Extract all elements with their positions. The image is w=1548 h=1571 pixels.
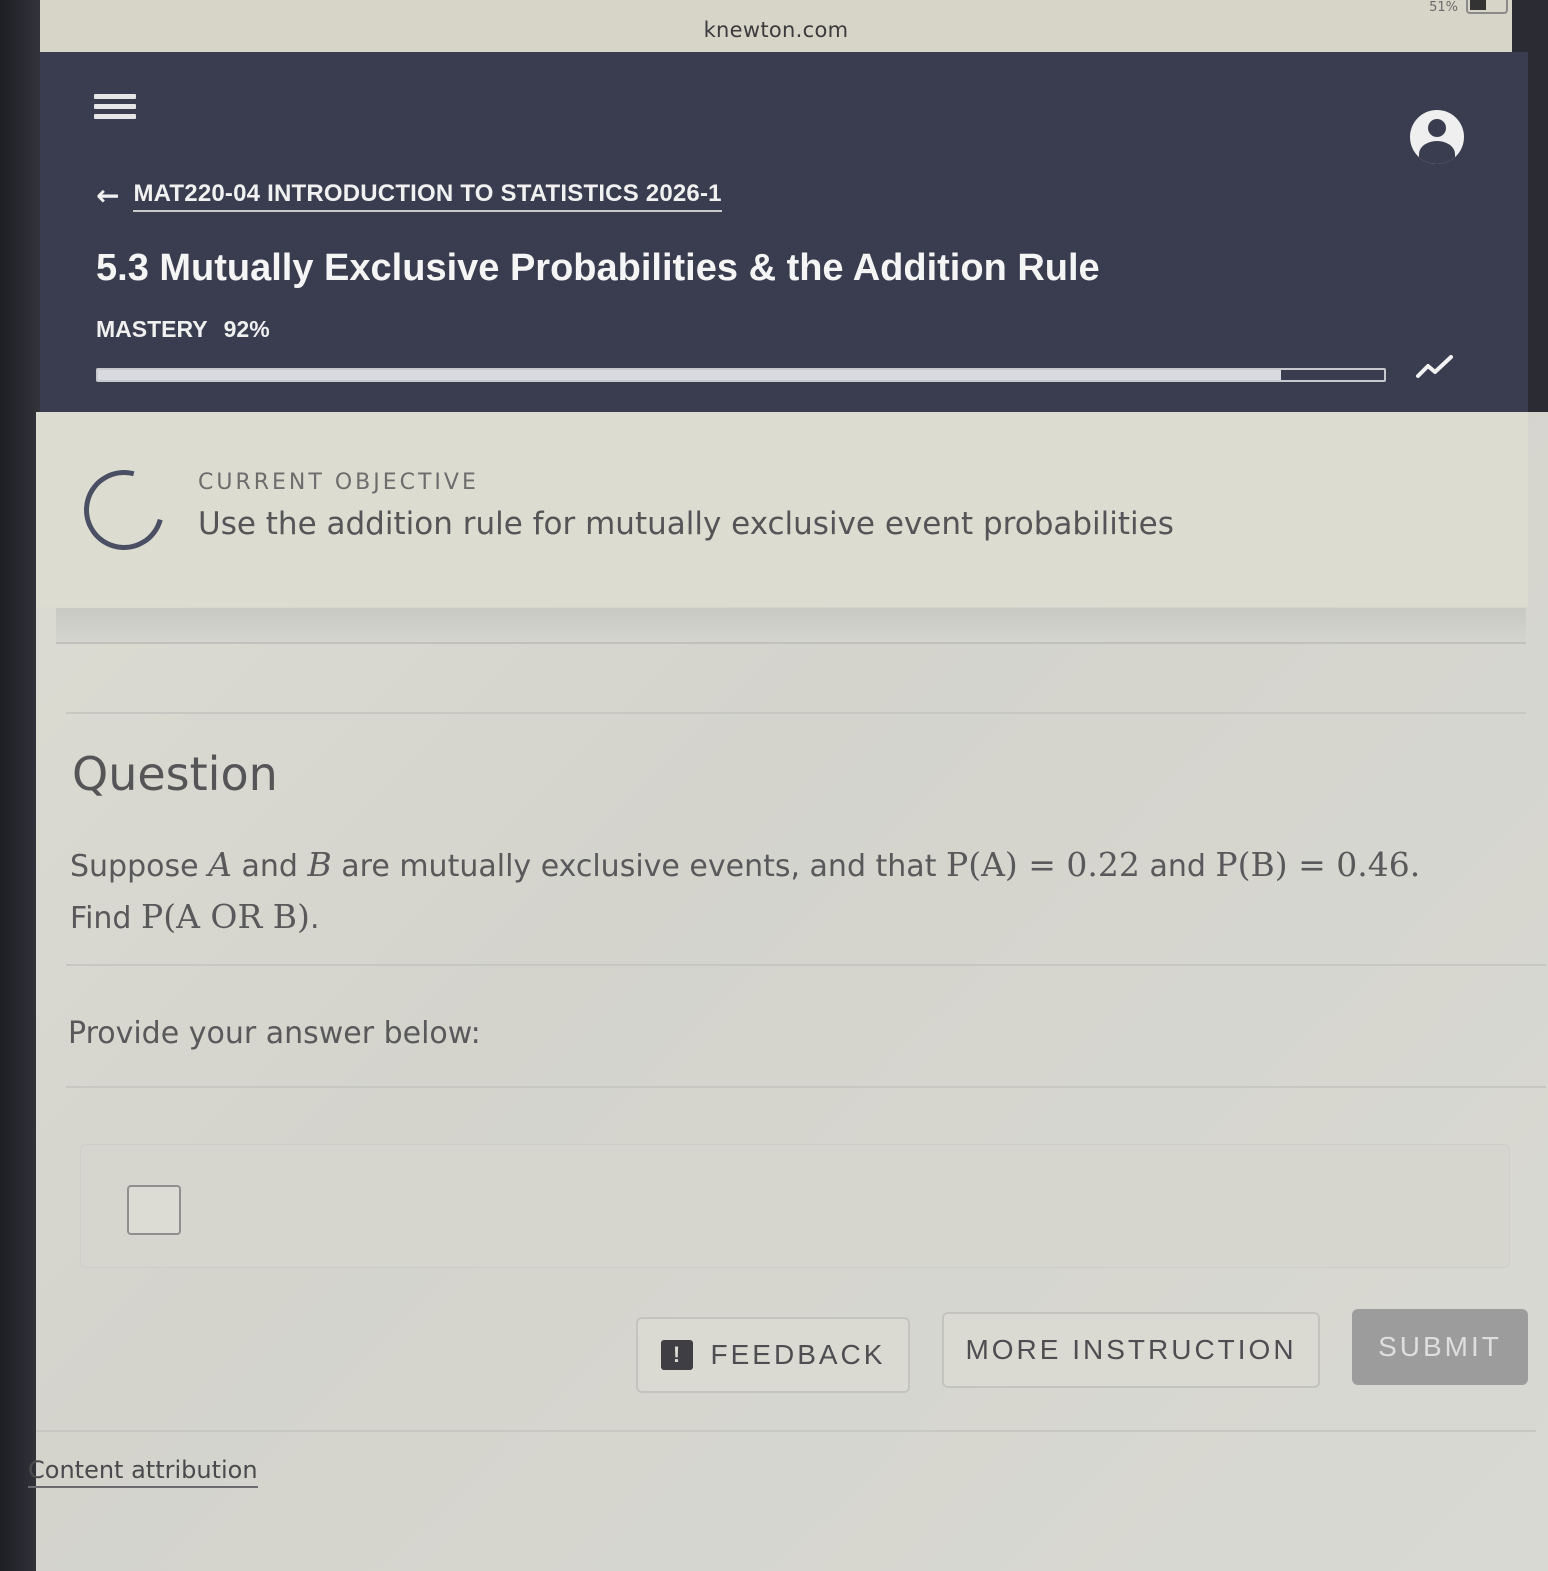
- battery-icon: [1466, 0, 1508, 14]
- question-text-segment: .: [309, 901, 320, 936]
- mastery-value: 92%: [223, 316, 270, 342]
- trend-chart-icon[interactable]: [1415, 352, 1455, 382]
- question-text: Suppose A and B are mutually exclusive e…: [70, 840, 1510, 944]
- back-arrow-icon: ←: [96, 179, 120, 212]
- device-status-area: 51%: [1429, 0, 1508, 15]
- feedback-button[interactable]: ! FEEDBACK: [636, 1317, 910, 1393]
- divider-line: [66, 712, 1526, 714]
- math-var-a: A: [208, 845, 232, 884]
- divider-line: [36, 1430, 1536, 1432]
- question-text-segment: Suppose: [70, 849, 209, 884]
- more-instruction-button[interactable]: MORE INSTRUCTION: [942, 1312, 1320, 1388]
- divider-line: [66, 964, 1546, 966]
- question-text-segment: and: [231, 849, 308, 884]
- main-content: CURRENT OBJECTIVE Use the addition rule …: [28, 412, 1548, 1571]
- course-title: MAT220-04 INTRODUCTION TO STATISTICS 202…: [133, 180, 722, 212]
- submit-button[interactable]: SUBMIT: [1352, 1309, 1528, 1385]
- user-account-icon[interactable]: [1410, 110, 1464, 164]
- objective-label: CURRENT OBJECTIVE: [198, 470, 479, 495]
- mastery-progress-bar: [96, 368, 1386, 382]
- feedback-button-label: FEEDBACK: [710, 1339, 886, 1370]
- content-attribution-link[interactable]: Content attribution: [28, 1456, 258, 1488]
- device-bezel: [0, 0, 40, 1571]
- more-instruction-label: MORE INSTRUCTION: [965, 1334, 1297, 1365]
- mastery-indicator: MASTERY 92%: [96, 316, 270, 343]
- question-text-segment: .: [1409, 845, 1421, 884]
- question-text-segment: are mutually exclusive events, and that: [331, 849, 946, 884]
- hamburger-menu-icon[interactable]: [94, 94, 136, 126]
- page-header: ← MAT220-04 INTRODUCTION TO STATISTICS 2…: [40, 52, 1528, 427]
- mastery-label: MASTERY: [96, 316, 208, 342]
- question-text-segment: and: [1139, 849, 1216, 884]
- divider-line: [66, 1086, 1546, 1088]
- url-text: knewton.com: [703, 18, 849, 42]
- current-objective-card: CURRENT OBJECTIVE Use the addition rule …: [36, 412, 1528, 607]
- answer-input[interactable]: [127, 1185, 181, 1235]
- battery-percent: 51%: [1429, 0, 1458, 15]
- mastery-progress-fill: [98, 370, 1282, 380]
- feedback-exclamation-icon: !: [660, 1340, 693, 1370]
- math-prob-a: P(A) = 0.22: [946, 845, 1140, 884]
- page-title: 5.3 Mutually Exclusive Probabilities & t…: [96, 247, 1100, 289]
- answer-prompt: Provide your answer below:: [68, 1016, 481, 1051]
- question-text-segment: Find: [70, 901, 142, 936]
- answer-area: [80, 1144, 1510, 1268]
- back-to-course-link[interactable]: ← MAT220-04 INTRODUCTION TO STATISTICS 2…: [96, 180, 722, 212]
- objective-progress-ring-icon: [69, 455, 179, 565]
- submit-button-label: SUBMIT: [1378, 1331, 1502, 1362]
- section-divider: [56, 608, 1526, 644]
- math-prob-b: P(B) = 0.46: [1215, 845, 1410, 884]
- objective-text: Use the addition rule for mutually exclu…: [198, 506, 1174, 542]
- math-target: P(A OR B): [141, 897, 310, 936]
- math-var-b: B: [307, 845, 332, 884]
- question-heading: Question: [72, 747, 278, 801]
